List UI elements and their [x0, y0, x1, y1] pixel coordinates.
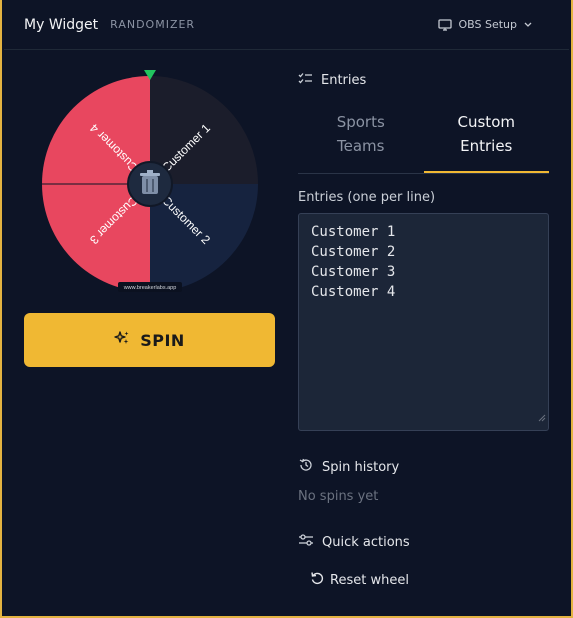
trash-can-icon — [127, 161, 173, 207]
sliders-icon — [298, 533, 314, 551]
entry-line: Customer 4 — [311, 284, 396, 300]
entries-textarea[interactable]: Customer 1 Customer 2 Customer 3 Custome… — [298, 213, 549, 431]
watermark: www.breakerlabs.app — [123, 285, 177, 291]
entry-line: Customer 3 — [311, 264, 396, 280]
tab-custom-entries-line2: Entries — [460, 137, 513, 155]
resize-grip-icon[interactable] — [538, 408, 546, 428]
no-spins-text: No spins yet — [298, 489, 379, 504]
quick-actions-heading: Quick actions — [298, 533, 410, 551]
spin-label: SPIN — [140, 330, 185, 350]
spin-history-label: Spin history — [322, 459, 400, 475]
entry-line: Customer 2 — [311, 244, 396, 260]
widget-title: My Widget — [24, 16, 99, 33]
tab-sports-teams-line2: Teams — [337, 137, 385, 155]
tab-sports-teams-line1: Sports — [336, 113, 385, 131]
chevron-down-icon — [523, 21, 533, 29]
spin-wheel[interactable]: Customer 1 Customer 2 Customer 3 Custome… — [40, 68, 260, 293]
spin-button[interactable]: SPIN — [24, 313, 275, 367]
sparkle-icon — [114, 330, 130, 350]
tab-custom-entries-line1: Custom — [457, 113, 515, 131]
tab-custom-entries[interactable]: Custom Entries — [423, 110, 549, 173]
tab-sports-teams[interactable]: Sports Teams — [298, 110, 424, 173]
entries-tabs: Sports Teams Custom Entries — [298, 110, 549, 174]
checklist-icon — [298, 72, 313, 89]
entry-line: Customer 1 — [311, 224, 396, 240]
obs-setup-button[interactable]: OBS Setup — [438, 18, 533, 31]
history-icon — [298, 457, 314, 477]
reset-icon — [310, 571, 324, 589]
widget-subtitle: RANDOMIZER — [110, 18, 196, 31]
entries-heading: Entries — [298, 72, 366, 89]
spin-history-heading: Spin history — [298, 457, 399, 477]
obs-setup-label: OBS Setup — [458, 18, 517, 31]
quick-actions-label: Quick actions — [322, 534, 410, 550]
reset-wheel-label: Reset wheel — [330, 572, 409, 588]
widget-frame: My Widget RANDOMIZER OBS Setup Customer … — [0, 0, 573, 618]
header-bar: My Widget RANDOMIZER OBS Setup — [4, 0, 569, 50]
monitor-icon — [438, 18, 453, 31]
reset-wheel-button[interactable]: Reset wheel — [310, 571, 409, 589]
entries-heading-label: Entries — [321, 73, 367, 88]
entries-field-label: Entries (one per line) — [298, 190, 436, 205]
